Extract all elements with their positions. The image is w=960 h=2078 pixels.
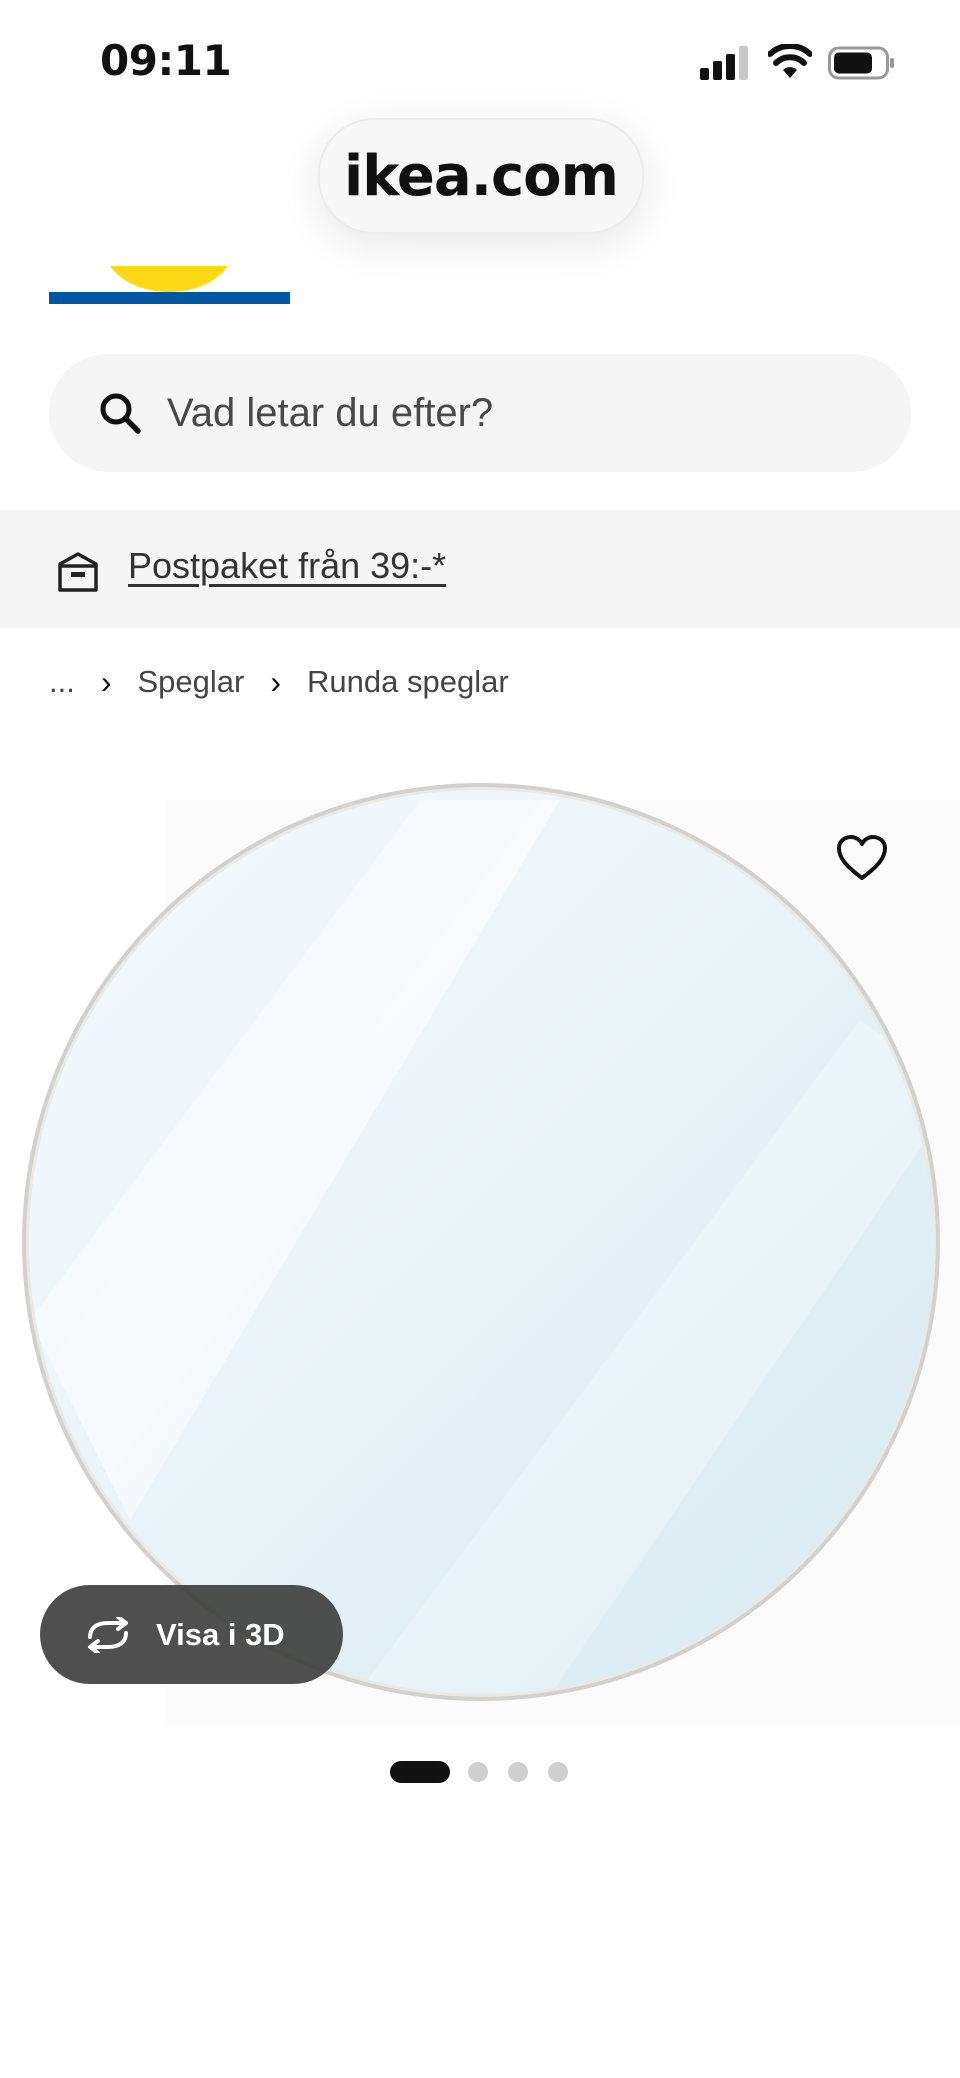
breadcrumb-item-speglar[interactable]: Speglar [138, 664, 245, 700]
breadcrumb: ... › Speglar › Runda speglar [49, 660, 509, 704]
image-pagination [390, 1761, 588, 1783]
promo-link[interactable]: Postpaket från 39:-* [128, 510, 446, 622]
view-in-3d-button[interactable]: Visa i 3D [40, 1585, 343, 1684]
wifi-icon [768, 44, 812, 78]
pagination-dot[interactable] [548, 1762, 568, 1782]
pagination-dot[interactable] [508, 1762, 528, 1782]
breadcrumb-ellipsis[interactable]: ... [49, 664, 75, 700]
logo-yellow-oval [104, 266, 234, 292]
status-time: 09:11 [100, 36, 232, 85]
heart-icon[interactable] [836, 834, 888, 882]
pagination-dot[interactable] [468, 1762, 488, 1782]
search-icon [100, 393, 141, 434]
search-placeholder: Vad letar du efter? [167, 391, 494, 435]
promo-banner: Postpaket från 39:-* [0, 510, 960, 628]
status-bar: 09:11 [0, 0, 960, 120]
breadcrumb-item-runda-speglar[interactable]: Runda speglar [307, 664, 509, 700]
logo-blue-band [49, 292, 290, 304]
search-input[interactable]: Vad letar du efter? [49, 354, 911, 472]
chevron-right-icon: › [100, 663, 112, 700]
round-mirror-image [0, 760, 960, 1726]
rotate-icon [88, 1616, 128, 1653]
box-icon [58, 552, 98, 592]
view-in-3d-label: Visa i 3D [156, 1616, 285, 1652]
url-bar[interactable]: ikea.com [318, 118, 644, 234]
product-image[interactable] [0, 760, 960, 1726]
battery-icon [828, 46, 894, 80]
signal-icon [700, 46, 748, 80]
chevron-right-icon: › [270, 663, 282, 700]
ikea-logo[interactable] [49, 266, 290, 304]
pagination-dot-active[interactable] [390, 1761, 450, 1783]
